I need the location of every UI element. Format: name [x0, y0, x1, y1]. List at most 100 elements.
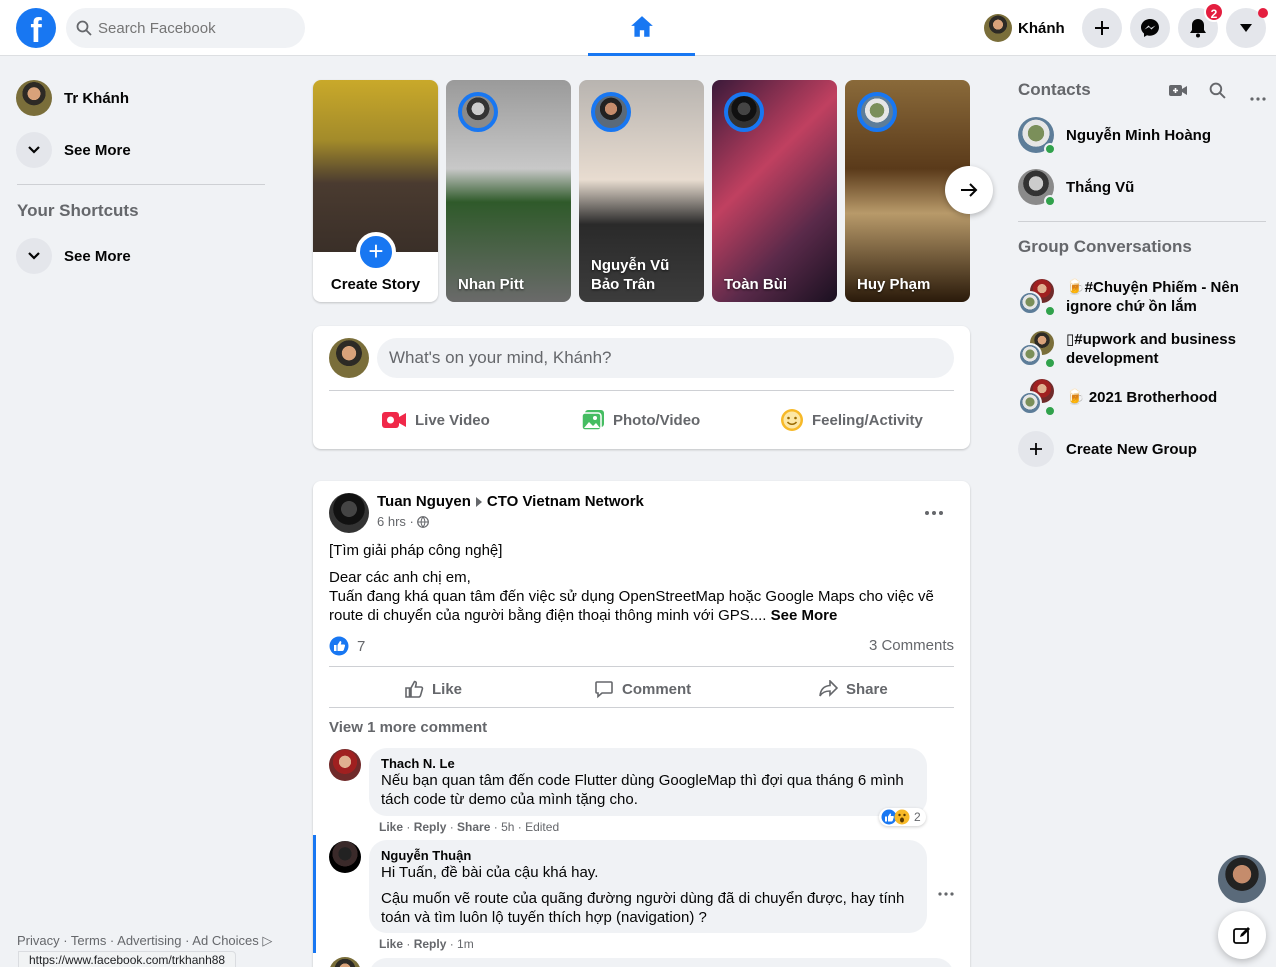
post-text-line: Dear các anh chị em, [329, 569, 471, 586]
story-name: Huy Phạm [857, 276, 931, 293]
post-text-line: [Tìm giải pháp công nghệ] [329, 542, 503, 559]
online-indicator [1044, 143, 1056, 155]
account-menu-button[interactable] [1226, 8, 1268, 48]
composer-input[interactable]: What's on your mind, Khánh? [377, 338, 954, 378]
story-avatar [591, 92, 631, 132]
globe-icon [416, 515, 429, 528]
live-video-button[interactable]: Live Video [381, 400, 490, 440]
search-box[interactable] [66, 8, 305, 48]
share-button[interactable]: Share [818, 671, 888, 707]
online-indicator [1044, 405, 1056, 417]
see-more-label: See More [64, 247, 131, 265]
contacts-title: Contacts [1018, 80, 1091, 99]
sidebar-divider [17, 184, 265, 185]
contact-item[interactable]: Nguyễn Minh Hoàng [1010, 109, 1270, 161]
create-new-group-button[interactable]: Create New Group [1010, 423, 1270, 475]
story-card[interactable]: Nhan Pitt [446, 80, 571, 302]
contact-name: Nguyễn Minh Hoàng [1066, 126, 1211, 144]
more-options-icon[interactable] [1250, 88, 1266, 106]
chevron-down-icon [16, 238, 52, 274]
story-card[interactable]: Nguyễn Vũ Bảo Trân [579, 80, 704, 302]
commenter-name[interactable]: Nguyễn Thuận [381, 848, 915, 863]
post-body: Tuấn đang khá quan tâm đến việc sử dụng … [329, 587, 939, 625]
post-timestamp[interactable]: 6 hrs · [377, 514, 414, 529]
search-contacts-icon[interactable] [1209, 82, 1226, 104]
post-divider [329, 707, 954, 708]
story-avatar [724, 92, 764, 132]
notifications-button[interactable]: 2 [1178, 2, 1224, 48]
view-more-comments[interactable]: View 1 more comment [329, 719, 487, 736]
story-name: Nhan Pitt [458, 276, 524, 293]
group-conversation-item[interactable]: 🍺#Chuyện Phiếm - Nên ignore chứ ồn lắm [1010, 268, 1270, 326]
shortcuts-title: Your Shortcuts [17, 201, 139, 220]
like-button[interactable]: Like [404, 671, 462, 707]
messenger-icon [1141, 19, 1159, 37]
sidebar-item-profile[interactable]: Tr Khánh [8, 72, 268, 124]
post-author-name[interactable]: Tuan Nguyen [377, 493, 471, 510]
new-room-icon[interactable] [1168, 82, 1188, 103]
feed-post: Tuan Nguyen CTO Vietnam Network 6 hrs · … [313, 481, 970, 967]
avatar [984, 14, 1012, 42]
commenter-name[interactable]: Thach N. Le [381, 756, 915, 771]
comment-share-link[interactable]: Share [457, 820, 490, 834]
smiley-icon [781, 409, 803, 431]
more-options-icon[interactable] [924, 503, 944, 521]
comment-reactions[interactable]: 2 [879, 808, 926, 826]
url-tooltip: https://www.facebook.com/trkhanh88 [18, 951, 237, 967]
commenter-avatar[interactable] [329, 749, 361, 781]
comment-reply-link[interactable]: Reply [414, 820, 447, 834]
comment-time[interactable]: 5h · Edited [501, 820, 559, 834]
shortcuts-see-more[interactable]: See More [8, 230, 268, 282]
footer-links[interactable]: Privacy · Terms · Advertising · Ad Choic… [17, 933, 272, 949]
comment-button[interactable]: Comment [594, 671, 691, 707]
post-text-line: Tuấn đang khá quan tâm đến việc sử dụng … [329, 588, 934, 624]
write-comment-input[interactable] [369, 958, 954, 967]
profile-shortcut[interactable]: Khánh [980, 8, 1075, 48]
comment-like-link[interactable]: Like [379, 820, 403, 834]
arrow-right-icon [961, 183, 978, 197]
contact-item[interactable]: Thắng Vũ [1010, 161, 1270, 213]
post-composer: What's on your mind, Khánh? Live Video P… [313, 326, 970, 449]
comment-actions: Like · Reply · 1m [379, 937, 474, 951]
see-more-link[interactable]: See More [771, 607, 838, 624]
search-input[interactable] [98, 19, 288, 37]
messenger-button[interactable] [1130, 8, 1170, 48]
like-label: Like [432, 680, 463, 698]
photo-video-button[interactable]: Photo/Video [581, 400, 700, 440]
live-video-label: Live Video [415, 411, 490, 429]
create-story-card[interactable]: + Create Story [313, 80, 438, 302]
sidebar-divider [1018, 221, 1266, 222]
group-conversation-item[interactable]: ▯#upwork and business development [1010, 320, 1270, 378]
sidebar-see-more[interactable]: See More [8, 124, 268, 176]
plus-icon [1095, 21, 1109, 35]
tab-home[interactable] [588, 0, 695, 56]
author-avatar[interactable] [329, 493, 369, 533]
avatar [1018, 291, 1042, 315]
reactions-summary[interactable]: 7 [329, 636, 365, 656]
comment-options-icon[interactable] [938, 883, 954, 901]
stories-next-button[interactable] [945, 166, 993, 214]
create-button[interactable] [1082, 8, 1122, 48]
sidebar-profile-name: Tr Khánh [64, 89, 130, 107]
create-group-label: Create New Group [1066, 440, 1197, 458]
contact-name: Thắng Vũ [1066, 178, 1135, 196]
see-more-label: See More [64, 141, 131, 159]
comment-like-link[interactable]: Like [379, 937, 403, 951]
online-indicator [1044, 305, 1056, 317]
facebook-logo-icon[interactable]: f [16, 8, 56, 48]
comment-label: Comment [622, 680, 692, 698]
new-message-button[interactable] [1218, 911, 1266, 959]
comments-count[interactable]: 3 Comments [869, 637, 954, 654]
story-photo [313, 80, 438, 252]
comment-reply-link[interactable]: Reply [414, 937, 447, 951]
commenter-avatar[interactable] [329, 841, 361, 873]
post-group-name[interactable]: CTO Vietnam Network [487, 493, 644, 510]
share-label: Share [846, 680, 888, 698]
chat-head-avatar[interactable] [1218, 855, 1266, 903]
wow-reaction-icon [894, 809, 910, 825]
story-card[interactable]: Toàn Bùi [712, 80, 837, 302]
feeling-activity-button[interactable]: Feeling/Activity [780, 400, 923, 440]
comment-reaction-count: 2 [914, 810, 921, 824]
group-conversation-item[interactable]: 🍺 2021 Brotherhood [1010, 371, 1270, 423]
comment-time[interactable]: 1m [457, 937, 474, 951]
